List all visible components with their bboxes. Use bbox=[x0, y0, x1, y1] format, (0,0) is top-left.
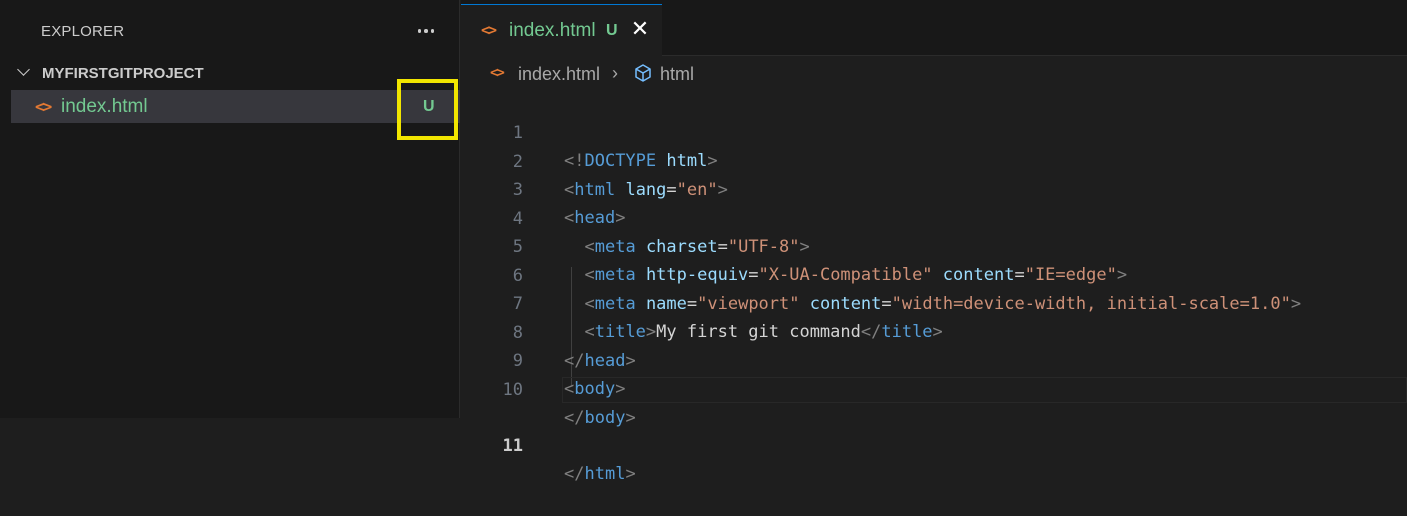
code-line-active: 11 </html> bbox=[461, 376, 1407, 484]
tab-label: index.html bbox=[509, 20, 596, 41]
code-line: 6 <meta name="viewport" content="width=d… bbox=[461, 234, 1407, 314]
project-folder-header[interactable]: MYFIRSTGITPROJECT bbox=[0, 62, 460, 86]
current-line-highlight bbox=[562, 377, 1407, 403]
code-line: 10 </body> bbox=[461, 348, 1407, 428]
untracked-status-badge: U bbox=[606, 22, 618, 39]
breadcrumb: <> index.html › html bbox=[461, 56, 1407, 91]
breadcrumb-file[interactable]: index.html bbox=[518, 64, 600, 85]
code-line: 2 <html lang="en"> bbox=[461, 120, 1407, 200]
code-line: 8 </head> bbox=[461, 291, 1407, 371]
code-line: 4 <meta charset="UTF-8"> bbox=[461, 177, 1407, 257]
more-actions-icon[interactable] bbox=[414, 19, 438, 43]
tab-index-html[interactable]: <> index.html U ✕ bbox=[461, 4, 662, 56]
editor-tab-bar: <> index.html U ✕ bbox=[461, 0, 1407, 56]
explorer-sidebar: EXPLORER MYFIRSTGITPROJECT <> index.html… bbox=[0, 0, 460, 418]
cube-icon bbox=[635, 64, 651, 82]
code-line: 1 <!DOCTYPE html> bbox=[461, 91, 1407, 171]
chevron-down-icon bbox=[17, 63, 30, 76]
html-file-icon: <> bbox=[490, 65, 505, 81]
editor-area: <> index.html U ✕ <> index.html › html 1… bbox=[461, 0, 1407, 484]
breadcrumb-separator-icon: › bbox=[612, 63, 618, 83]
explorer-title: EXPLORER bbox=[41, 23, 125, 40]
file-tree-item-index-html[interactable]: <> index.html U bbox=[11, 90, 460, 123]
code-line: 7 <title>My first git command</title> bbox=[461, 262, 1407, 342]
code-line: 3 <head> bbox=[461, 148, 1407, 228]
project-name: MYFIRSTGITPROJECT bbox=[42, 65, 204, 82]
line-number: 11 bbox=[502, 436, 523, 456]
untracked-status-badge: U bbox=[423, 98, 435, 115]
breadcrumb-symbol[interactable]: html bbox=[660, 64, 694, 85]
html-file-icon: <> bbox=[481, 21, 497, 39]
html-file-icon: <> bbox=[35, 97, 52, 116]
close-icon[interactable]: ✕ bbox=[629, 16, 651, 42]
file-tree-item-label: index.html bbox=[61, 96, 148, 117]
code-line: 5 <meta http-equiv="X-UA-Compatible" con… bbox=[461, 205, 1407, 285]
code-line: 9 <body> bbox=[461, 319, 1407, 399]
